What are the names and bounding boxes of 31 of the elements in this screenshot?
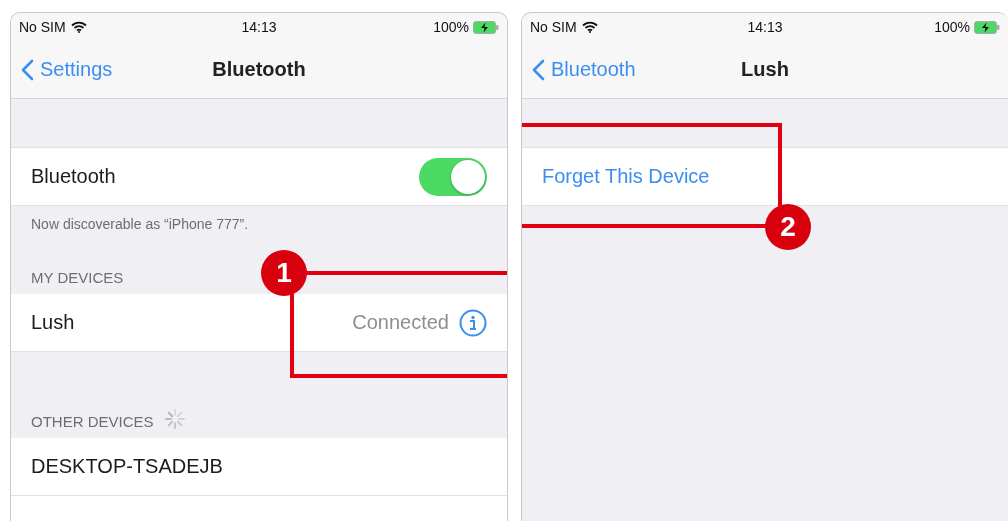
- toggle-switch[interactable]: [419, 157, 487, 196]
- wifi-icon: [70, 21, 87, 33]
- time-text: 14:13: [241, 19, 277, 35]
- step-badge: 1: [261, 250, 307, 296]
- battery-text: 100%: [433, 19, 469, 35]
- carrier-text: No SIM: [530, 19, 577, 35]
- battery-text: 100%: [934, 19, 970, 35]
- wifi-icon: [581, 21, 598, 33]
- back-button[interactable]: Bluetooth: [522, 58, 636, 81]
- chevron-left-icon: [21, 58, 34, 81]
- action-row[interactable]: Forget This Device: [522, 147, 1008, 206]
- section-footer: Now discoverable as “iPhone 777”.: [31, 216, 249, 232]
- info-icon[interactable]: [459, 308, 487, 337]
- back-button[interactable]: Settings: [11, 58, 113, 81]
- carrier-text: No SIM: [19, 19, 66, 35]
- row-label: Bluetooth: [31, 165, 117, 188]
- list-row[interactable]: DESKTOP-TSADEJB: [11, 438, 507, 496]
- section-header: MY DEVICES: [31, 269, 124, 286]
- step-badge: 2: [765, 204, 811, 250]
- nav-title: Bluetooth: [212, 58, 306, 80]
- battery-charging-icon: [473, 20, 499, 34]
- status-text: Connected: [352, 311, 449, 334]
- row-label: DESKTOP-TSADEJB: [31, 455, 224, 478]
- row-label: Lush: [31, 311, 76, 334]
- time-text: 14:13: [747, 19, 783, 35]
- list-row[interactable]: Lush Connected: [11, 294, 507, 352]
- section-header: OTHER DEVICES: [31, 413, 154, 430]
- chevron-left-icon: [532, 58, 545, 81]
- battery-charging-icon: [974, 20, 1000, 34]
- nav-title: Lush: [741, 58, 789, 80]
- forget-device-link[interactable]: Forget This Device: [542, 165, 988, 188]
